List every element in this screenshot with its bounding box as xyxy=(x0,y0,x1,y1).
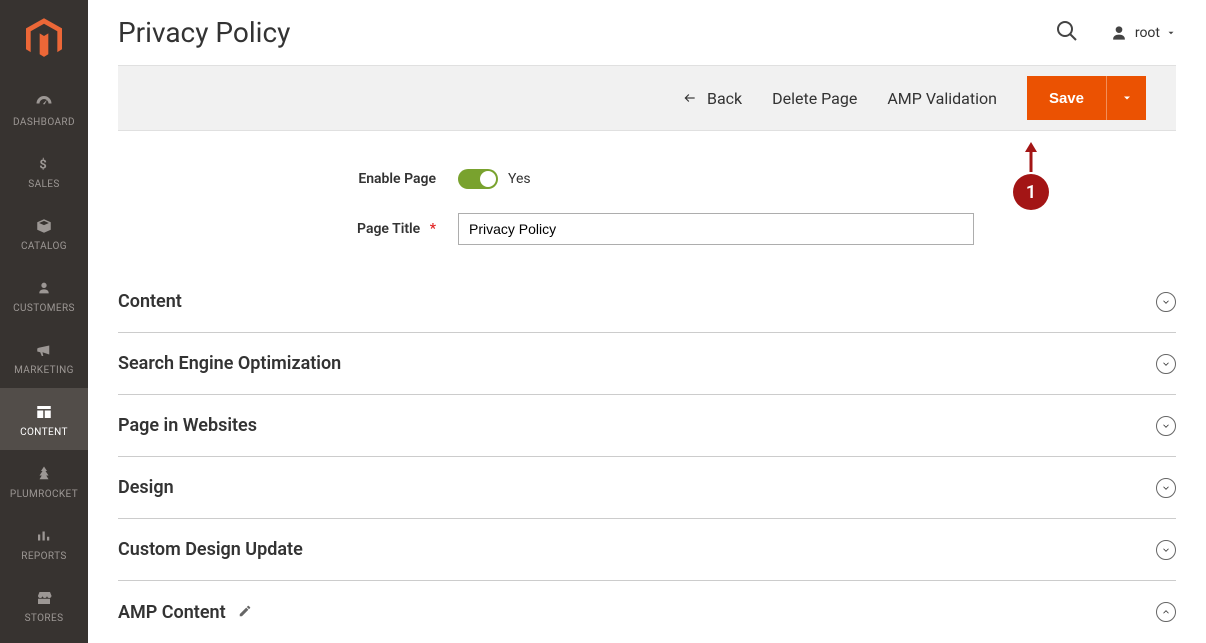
chevron-up-icon xyxy=(1156,602,1176,622)
nav-content[interactable]: CONTENT xyxy=(0,388,88,450)
section-design[interactable]: Design xyxy=(118,457,1176,519)
sections: Content Search Engine Optimization Page … xyxy=(118,271,1176,643)
chevron-down-icon xyxy=(1156,354,1176,374)
required-asterisk: * xyxy=(430,221,436,237)
nav-label: REPORTS xyxy=(21,551,66,562)
chevron-down-icon xyxy=(1156,540,1176,560)
amp-validation-button[interactable]: AMP Validation xyxy=(887,89,997,108)
section-label: Content xyxy=(118,291,182,312)
nav-plumrocket[interactable]: PLUMROCKET xyxy=(0,450,88,512)
section-label: Design xyxy=(118,477,174,498)
nav-label: PLUMROCKET xyxy=(10,489,78,500)
enable-value-text: Yes xyxy=(508,171,531,187)
delete-page-button[interactable]: Delete Page xyxy=(772,89,857,108)
pencil-icon xyxy=(238,602,252,623)
store-icon xyxy=(34,587,54,609)
section-content[interactable]: Content xyxy=(118,271,1176,333)
nav-customers[interactable]: CUSTOMERS xyxy=(0,264,88,326)
nav-catalog[interactable]: CATALOG xyxy=(0,202,88,264)
section-amp-content[interactable]: AMP Content xyxy=(118,581,1176,643)
chevron-down-icon xyxy=(1156,416,1176,436)
section-seo[interactable]: Search Engine Optimization xyxy=(118,333,1176,395)
save-dropdown-button[interactable] xyxy=(1106,76,1146,120)
back-button[interactable]: Back xyxy=(681,89,742,108)
caret-down-icon xyxy=(1166,28,1176,38)
action-bar: Back Delete Page AMP Validation Save xyxy=(118,65,1176,131)
admin-sidebar: DASHBOARD $ SALES CATALOG CUSTOMERS MARK… xyxy=(0,0,88,643)
page-title-row: Page Title * xyxy=(118,207,1176,251)
page-title-input[interactable] xyxy=(458,213,974,245)
dollar-icon: $ xyxy=(37,153,51,175)
nav-reports[interactable]: REPORTS xyxy=(0,512,88,574)
section-label: Custom Design Update xyxy=(118,539,303,560)
megaphone-icon xyxy=(34,339,54,361)
section-label: AMP Content xyxy=(118,602,226,623)
box-icon xyxy=(34,215,54,237)
nav-dashboard[interactable]: DASHBOARD xyxy=(0,78,88,140)
section-label: Page in Websites xyxy=(118,415,257,436)
nav-label: CONTENT xyxy=(20,427,68,438)
magento-logo-icon xyxy=(26,18,62,60)
nav-marketing[interactable]: MARKETING xyxy=(0,326,88,388)
person-icon xyxy=(36,277,52,299)
search-icon xyxy=(1055,19,1079,43)
layout-icon xyxy=(34,401,54,423)
nav-label: CATALOG xyxy=(21,241,67,252)
page-header: Privacy Policy root xyxy=(88,0,1206,65)
app-root: DASHBOARD $ SALES CATALOG CUSTOMERS MARK… xyxy=(0,0,1206,643)
svg-text:$: $ xyxy=(39,157,46,172)
nav-label: MARKETING xyxy=(14,365,74,376)
caret-down-icon xyxy=(1121,92,1133,104)
nav-sales[interactable]: $ SALES xyxy=(0,140,88,202)
nav-label: SALES xyxy=(28,179,59,190)
save-button[interactable]: Save xyxy=(1027,76,1106,120)
chevron-down-icon xyxy=(1156,478,1176,498)
arrow-left-icon xyxy=(681,91,699,105)
enable-page-row: Enable Page Yes xyxy=(118,157,1176,201)
save-button-group: Save xyxy=(1027,76,1146,120)
section-label: Search Engine Optimization xyxy=(118,353,341,374)
tree-icon xyxy=(34,463,54,485)
enable-page-label: Enable Page xyxy=(118,171,458,187)
page-title-label-text: Page Title xyxy=(357,221,420,237)
page-title-label: Page Title * xyxy=(118,221,458,237)
bar-chart-icon xyxy=(34,525,54,547)
nav-stores[interactable]: STORES xyxy=(0,574,88,636)
page-title: Privacy Policy xyxy=(118,16,290,49)
magento-logo[interactable] xyxy=(0,0,88,78)
main-panel: Privacy Policy root Back Delete Page xyxy=(88,0,1206,643)
search-button[interactable] xyxy=(1055,19,1079,47)
nav-label: DASHBOARD xyxy=(13,117,75,128)
user-icon xyxy=(1109,23,1129,43)
chevron-down-icon xyxy=(1156,292,1176,312)
delete-label: Delete Page xyxy=(772,89,857,108)
gauge-icon xyxy=(33,91,55,113)
amp-validation-label: AMP Validation xyxy=(887,89,997,108)
enable-page-toggle[interactable] xyxy=(458,169,498,189)
nav-label: STORES xyxy=(25,613,64,624)
user-name: root xyxy=(1135,25,1160,41)
section-custom-design-update[interactable]: Custom Design Update xyxy=(118,519,1176,581)
header-actions: root xyxy=(1055,19,1176,47)
section-websites[interactable]: Page in Websites xyxy=(118,395,1176,457)
back-label: Back xyxy=(707,89,742,108)
user-menu[interactable]: root xyxy=(1109,23,1176,43)
form-area: Enable Page Yes Page Title * Content xyxy=(88,151,1206,643)
nav-label: CUSTOMERS xyxy=(13,303,75,314)
